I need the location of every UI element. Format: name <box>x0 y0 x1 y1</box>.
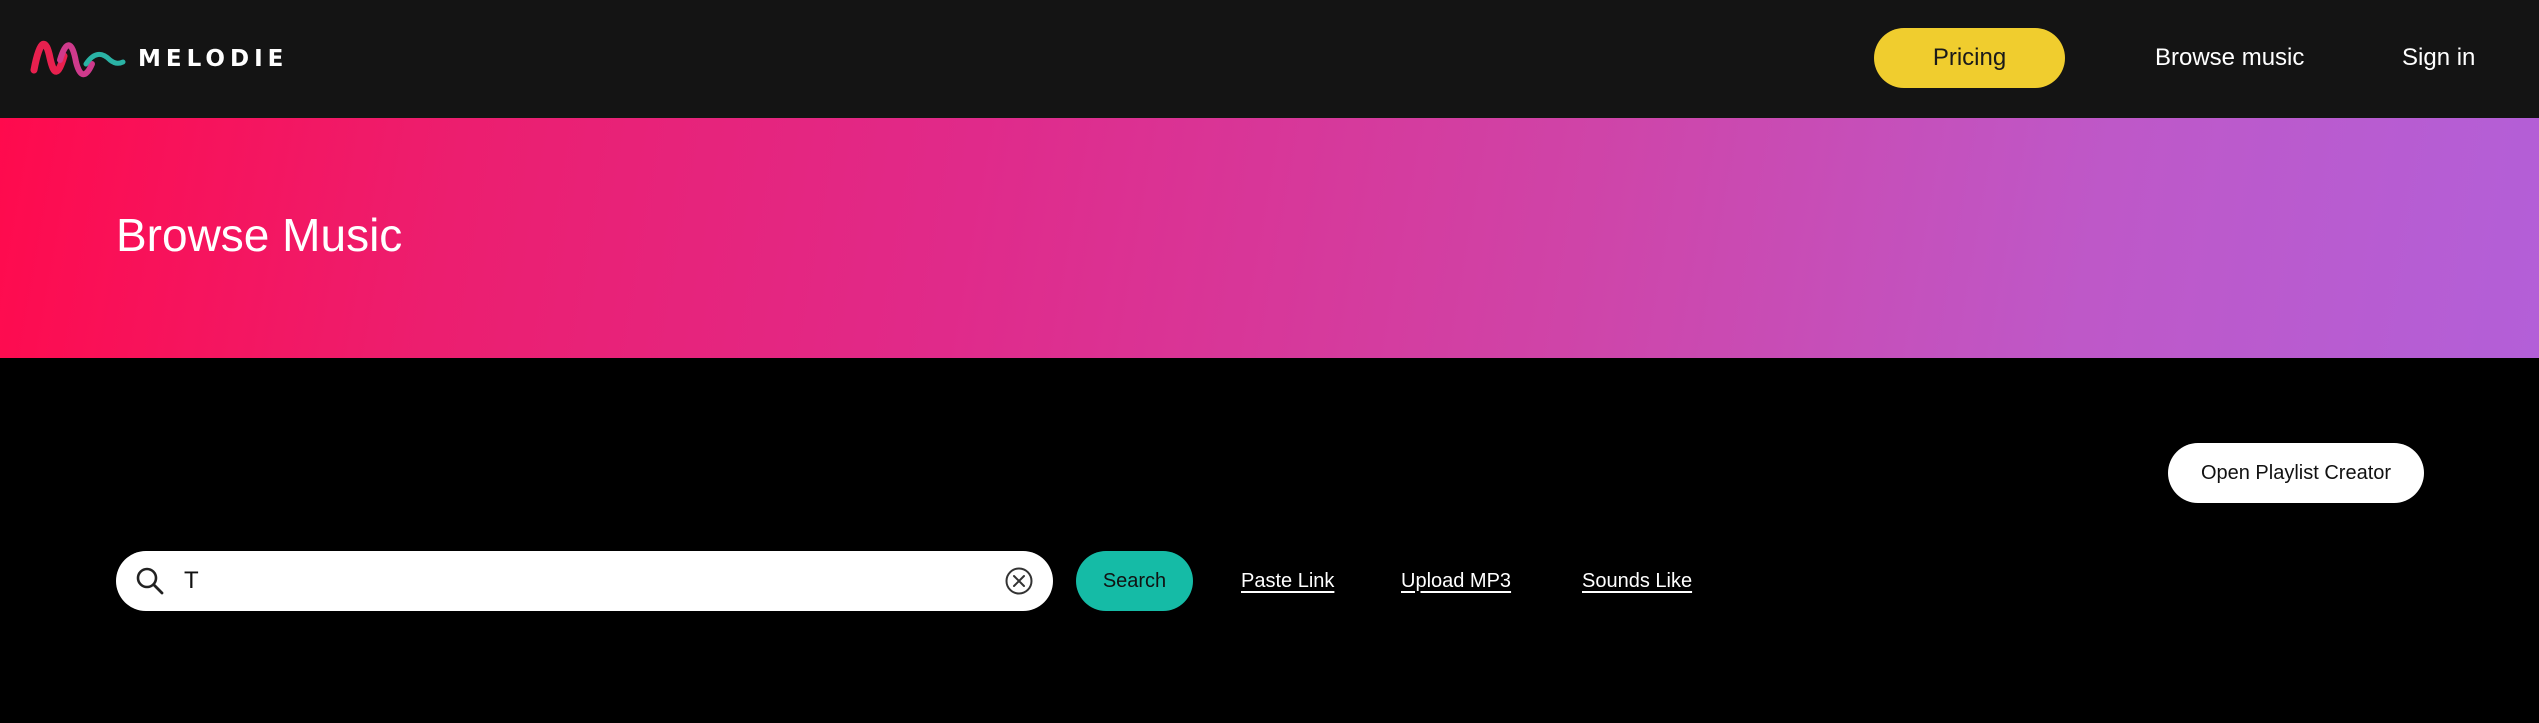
hero-banner: Browse Music <box>0 118 2539 358</box>
clear-circle-x-icon[interactable] <box>1004 566 1034 596</box>
sounds-like-link[interactable]: Sounds Like <box>1582 566 1692 596</box>
open-playlist-creator-button[interactable]: Open Playlist Creator <box>2168 443 2424 503</box>
sign-in-link[interactable]: Sign in <box>2402 28 2475 88</box>
search-bar <box>116 551 1053 611</box>
top-navigation: MELODIE Pricing Browse music Sign in <box>0 0 2539 118</box>
paste-link[interactable]: Paste Link <box>1241 566 1334 596</box>
pricing-button[interactable]: Pricing <box>1874 28 2065 88</box>
search-input[interactable] <box>184 559 984 603</box>
page-title: Browse Music <box>116 209 403 261</box>
logo[interactable]: MELODIE <box>30 34 288 84</box>
wave-logo-icon <box>30 41 126 78</box>
logo-text: MELODIE <box>138 46 289 72</box>
browse-music-link[interactable]: Browse music <box>2155 28 2304 88</box>
upload-mp3-link[interactable]: Upload MP3 <box>1401 566 1511 596</box>
search-button[interactable]: Search <box>1076 551 1193 611</box>
search-icon <box>136 567 164 595</box>
